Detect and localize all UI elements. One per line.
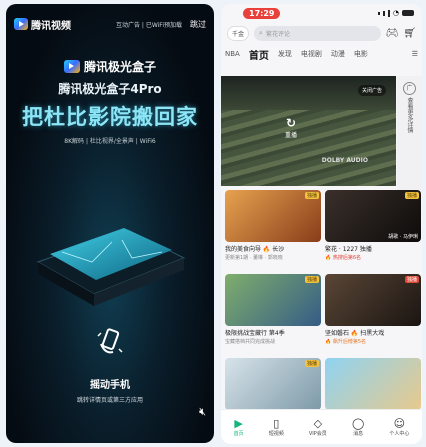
bottom-nav: ▶ 首页 ▯ 短视频 ◇ VIP会员 ◯ 消息 ☺ 个人中心 bbox=[221, 409, 422, 444]
status-time: 17:29 bbox=[243, 7, 281, 19]
ad-top-bar: 腾讯视频 互动广告 | 已WiFi预加载 跳过 bbox=[6, 4, 214, 44]
video-title: 繁花 · 1227 独播 bbox=[325, 246, 372, 253]
skip-button[interactable]: 跳过 bbox=[190, 19, 206, 30]
side-text: 查看更多详情 bbox=[406, 97, 413, 133]
brand-name: 腾讯视频 bbox=[31, 20, 71, 32]
nav-label: 首页 bbox=[233, 431, 244, 437]
message-icon: ◯ bbox=[351, 417, 365, 430]
search-input[interactable]: ⌕ 繁花评论 bbox=[254, 25, 381, 41]
exclusive-badge: 独播 bbox=[304, 360, 319, 367]
battery-icon bbox=[402, 10, 414, 16]
content-grid: 独播 我的美食向导 🔥 长沙 更新第1期 · 董琳 · 郭晓晓 独播胡歌 · 马… bbox=[225, 190, 421, 442]
nav-label: 短视频 bbox=[268, 431, 284, 437]
nav-profile[interactable]: ☺ 个人中心 bbox=[389, 417, 409, 437]
tab-nba[interactable]: NBA bbox=[225, 50, 240, 58]
mute-icon[interactable]: 🔇︎ bbox=[199, 405, 206, 419]
shake-subtitle: 跳转详情页或第三方应用 bbox=[76, 397, 143, 404]
tab-discover[interactable]: 发现 bbox=[278, 49, 292, 59]
ad-flags: 互动广告 | 已WiFi预加载 bbox=[116, 21, 182, 29]
video-subtitle: 🔥 热搜后第6名 bbox=[325, 255, 361, 261]
splash-ad[interactable]: 腾讯视频 互动广告 | 已WiFi预加载 跳过 腾讯极光盒子 腾讯极光盒子4Pr… bbox=[6, 4, 214, 443]
game-controller-icon[interactable]: 🎮︎ bbox=[386, 28, 399, 39]
dolby-logo: DOLBY AUDIO bbox=[321, 157, 368, 164]
shake-title: 摇动手机 bbox=[90, 380, 130, 391]
home-play-icon: ▶ bbox=[234, 417, 243, 430]
search-placeholder: 繁花评论 bbox=[265, 30, 290, 38]
ad-badge-icon: 广 bbox=[403, 82, 416, 95]
nav-home[interactable]: ▶ 首页 bbox=[234, 417, 244, 437]
close-ad-button[interactable]: 关闭广告 bbox=[357, 85, 386, 96]
exclusive-badge: 独播 bbox=[404, 276, 419, 283]
profile-icon: ☺ bbox=[393, 417, 406, 430]
vip-diamond-icon: ◇ bbox=[313, 417, 323, 430]
video-title: 我的美食向导 🔥 长沙 bbox=[225, 246, 285, 253]
video-card[interactable]: 独播 极限挑战宝藏行 第4季 宝藏搭档共同完成挑战 bbox=[225, 274, 321, 358]
nav-messages[interactable]: ◯ 消息 bbox=[352, 417, 364, 437]
replay-label: 重播 bbox=[285, 132, 298, 139]
video-title: 极限挑战宝藏行 第4季 bbox=[225, 330, 285, 337]
video-subtitle: 宝藏搭档共同完成挑战 bbox=[225, 339, 276, 345]
replay-button[interactable]: ↻ 重播 bbox=[285, 116, 297, 139]
nav-label: 消息 bbox=[353, 431, 364, 437]
product-title: 腾讯极光盒子 bbox=[6, 58, 214, 75]
ad-slogan: 把杜比影院搬回家 bbox=[22, 105, 198, 129]
tab-tv-series[interactable]: 电视剧 bbox=[301, 49, 322, 59]
status-icons: ◔ bbox=[377, 9, 414, 17]
video-thumbnail: 独播 bbox=[225, 190, 321, 242]
play-logo-icon bbox=[14, 18, 28, 30]
video-subtitle: 🔥 飙升后榜第5名 bbox=[325, 339, 366, 345]
nav-label: VIP会员 bbox=[308, 431, 327, 437]
product-model: 腾讯极光盒子4Pro bbox=[58, 82, 162, 96]
video-thumbnail: 独播 bbox=[225, 274, 321, 326]
channel-tabs: NBA 首页 发现 电视剧 动漫 电影 ☰ bbox=[221, 44, 422, 64]
app-home: 17:29 ◔ 千金 ⌕ 繁花评论 🎮︎ 🛒︎ NBA 首页 发现 电视剧 动漫… bbox=[221, 4, 422, 444]
tencent-video-logo: 腾讯视频 bbox=[14, 17, 71, 32]
exclusive-badge: 独播 bbox=[304, 276, 319, 283]
status-bar: 17:29 ◔ bbox=[221, 4, 422, 22]
exclusive-badge: 独播 bbox=[404, 192, 419, 199]
video-thumbnail: 独播 bbox=[325, 274, 421, 326]
wifi-icon: ◔ bbox=[392, 9, 399, 17]
search-icon: ⌕ bbox=[259, 28, 263, 37]
nav-label: 个人中心 bbox=[389, 431, 410, 437]
nav-short-video[interactable]: ▯ 短视频 bbox=[269, 417, 284, 437]
play-logo-icon bbox=[63, 60, 80, 73]
search-row: 千金 ⌕ 繁花评论 🎮︎ 🛒︎ bbox=[221, 22, 422, 44]
tab-home[interactable]: 首页 bbox=[249, 47, 269, 62]
channel-pill[interactable]: 千金 bbox=[227, 25, 250, 41]
tv-box-image bbox=[36, 228, 186, 306]
shake-prompt[interactable]: 摇动手机 跳转详情页或第三方应用 bbox=[6, 326, 214, 404]
hero-side-link[interactable]: 广 查看更多详情 bbox=[397, 76, 422, 192]
replay-icon: ↻ bbox=[285, 116, 297, 130]
hero-ad[interactable]: 关闭广告 ↻ 重播 DOLBY AUDIO bbox=[221, 76, 396, 186]
video-subtitle: 更新第1期 · 董琳 · 郭晓晓 bbox=[225, 255, 283, 261]
cart-icon[interactable]: 🛒︎ bbox=[403, 28, 416, 39]
product-specs: 8K解码 | 杜比视界/全景声 | WiFi6 bbox=[64, 138, 156, 145]
video-card[interactable]: 独播胡歌 · 马伊琍 繁花 · 1227 独播 🔥 热搜后第6名 bbox=[325, 190, 421, 274]
video-title: 坚如磐石 🔥 扫黑大戏 bbox=[325, 330, 385, 337]
product-name: 腾讯极光盒子 bbox=[83, 60, 156, 74]
exclusive-badge: 独播 bbox=[304, 192, 319, 199]
shake-phone-icon bbox=[97, 328, 123, 354]
tab-anime[interactable]: 动漫 bbox=[331, 49, 345, 59]
video-card[interactable]: 独播 坚如磐石 🔥 扫黑大戏 🔥 飙升后榜第5名 bbox=[325, 274, 421, 358]
video-thumbnail: 独播 bbox=[225, 358, 321, 410]
video-thumbnail bbox=[325, 358, 421, 410]
video-card[interactable]: 独播 我的美食向导 🔥 长沙 更新第1期 · 董琳 · 郭晓晓 bbox=[225, 190, 321, 274]
menu-icon[interactable]: ☰ bbox=[412, 50, 418, 58]
video-thumbnail: 独播胡歌 · 马伊琍 bbox=[325, 190, 421, 242]
thumbnail-caption: 胡歌 · 马伊琍 bbox=[388, 234, 418, 240]
tab-movie[interactable]: 电影 bbox=[354, 49, 368, 59]
short-video-icon: ▯ bbox=[273, 417, 280, 430]
nav-vip[interactable]: ◇ VIP会员 bbox=[309, 417, 327, 437]
